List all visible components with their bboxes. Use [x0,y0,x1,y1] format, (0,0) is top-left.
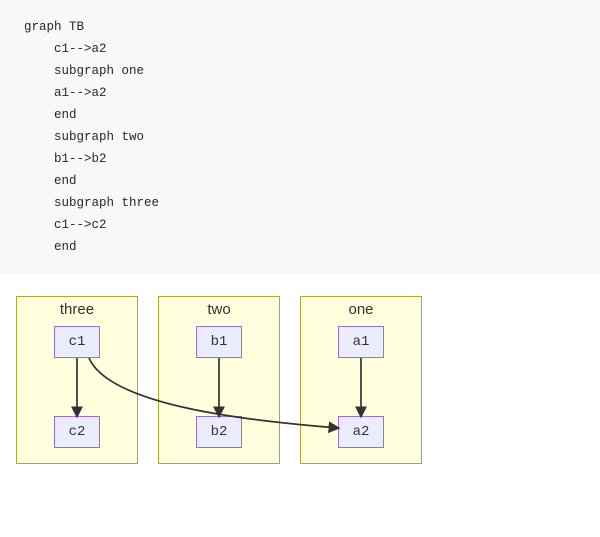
code-text: graph TB c1-->a2 subgraph one a1-->a2 en… [24,16,584,258]
subgraph-three-title: three [17,297,137,318]
code-line-7: end [24,174,77,188]
subgraph-two-title: two [159,297,279,318]
node-a1: a1 [338,326,384,358]
subgraph-one-title: one [301,297,421,318]
code-line-1: c1-->a2 [24,42,107,56]
code-line-8: subgraph three [24,196,159,210]
code-line-5: subgraph two [24,130,144,144]
code-line-4: end [24,108,77,122]
code-line-2: subgraph one [24,64,144,78]
node-b2: b2 [196,416,242,448]
page-root: { "code": { "lines": [ "graph TB", " c1-… [0,0,600,537]
node-a2: a2 [338,416,384,448]
node-c2: c2 [54,416,100,448]
node-c1: c1 [54,326,100,358]
diagram-area: three two one c1 c2 b1 b2 a1 a2 [0,296,600,486]
code-line-9: c1-->c2 [24,218,107,232]
code-line-3: a1-->a2 [24,86,107,100]
code-line-10: end [24,240,77,254]
code-line-0: graph TB [24,20,84,34]
code-line-6: b1-->b2 [24,152,107,166]
code-block: graph TB c1-->a2 subgraph one a1-->a2 en… [0,0,600,274]
node-b1: b1 [196,326,242,358]
